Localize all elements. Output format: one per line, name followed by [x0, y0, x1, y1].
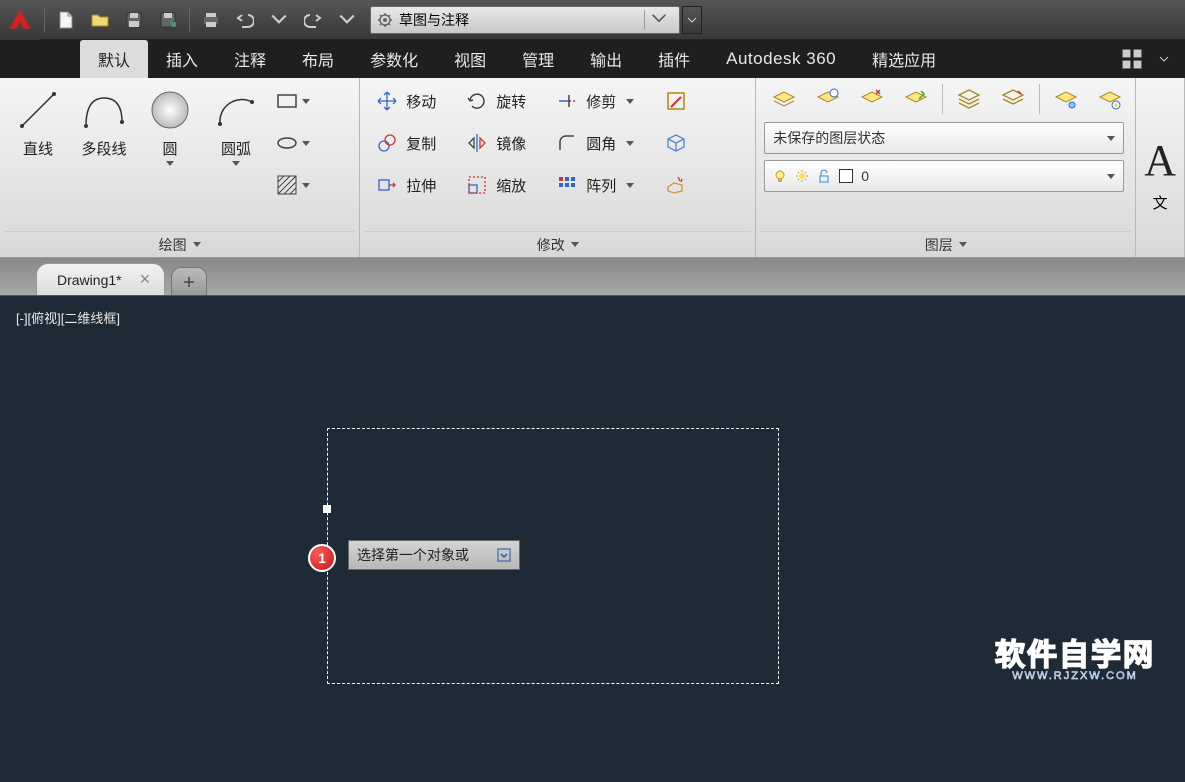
- tab-output[interactable]: 输出: [572, 40, 640, 78]
- panel-draw-title[interactable]: 绘图: [4, 231, 355, 257]
- dropdown-icon[interactable]: [497, 548, 511, 562]
- save-icon[interactable]: [118, 4, 150, 36]
- mirror-button[interactable]: 镜像: [458, 124, 534, 162]
- file-tab[interactable]: Drawing1* ×: [36, 263, 165, 295]
- line-button[interactable]: 直线: [8, 82, 68, 163]
- undo-icon[interactable]: [229, 4, 261, 36]
- ribbon: 直线 多段线 圆 圆弧 绘图: [0, 78, 1185, 258]
- panel-layers-title[interactable]: 图层: [760, 231, 1131, 257]
- text-button[interactable]: A: [1144, 135, 1176, 186]
- layer-uniso-icon[interactable]: [993, 82, 1033, 116]
- layer-iso-icon[interactable]: [949, 82, 989, 116]
- layer-freeze-icon[interactable]: [852, 82, 892, 116]
- tab-parametric[interactable]: 参数化: [352, 40, 436, 78]
- qat-expand-icon[interactable]: [682, 6, 702, 34]
- layer-state-dropdown[interactable]: 未保存的图层状态: [764, 122, 1124, 154]
- properties-button[interactable]: [656, 82, 696, 120]
- close-icon[interactable]: ×: [140, 269, 151, 290]
- new-tab-button[interactable]: [171, 267, 207, 295]
- layer-off-icon[interactable]: [808, 82, 848, 116]
- annotation-badge: 1: [308, 544, 336, 572]
- explode-button[interactable]: [656, 166, 696, 204]
- copy-button[interactable]: 复制: [368, 124, 444, 162]
- layer-prev-icon[interactable]: [1090, 82, 1130, 116]
- workspace-label: 草图与注释: [399, 10, 469, 30]
- trim-button[interactable]: 修剪: [548, 82, 642, 120]
- fillet-button[interactable]: 圆角: [548, 124, 642, 162]
- circle-button[interactable]: 圆: [140, 82, 200, 170]
- lock-open-icon: [817, 169, 831, 183]
- sun-icon: [795, 169, 809, 183]
- watermark: 软件自学网 WWW.RJZXW.COM: [995, 630, 1155, 682]
- tab-insert[interactable]: 插入: [148, 40, 216, 78]
- ribbon-tabs: 默认 插入 注释 布局 参数化 视图 管理 输出 插件 Autodesk 360…: [0, 40, 1185, 78]
- tab-manage[interactable]: 管理: [504, 40, 572, 78]
- chevron-down-icon[interactable]: [1153, 48, 1175, 70]
- stretch-button[interactable]: 拉伸: [368, 166, 444, 204]
- layer-props-icon[interactable]: [764, 82, 804, 116]
- file-tab-bar: Drawing1* ×: [0, 258, 1185, 296]
- move-button[interactable]: 移动: [368, 82, 444, 120]
- tab-autodesk360[interactable]: Autodesk 360: [708, 40, 854, 78]
- undo-dropdown-icon[interactable]: [263, 4, 295, 36]
- tab-layout[interactable]: 布局: [284, 40, 352, 78]
- tab-featured[interactable]: 精选应用: [854, 40, 954, 78]
- tab-annotate[interactable]: 注释: [216, 40, 284, 78]
- panel-modify: 移动 复制 拉伸 旋转 镜像 缩放 修剪 圆角 阵列 修改: [360, 78, 756, 257]
- layer-color-swatch: [839, 169, 853, 183]
- ellipse-button[interactable]: [272, 124, 312, 162]
- hatch-button[interactable]: [272, 166, 312, 204]
- apps-icon[interactable]: [1121, 48, 1143, 70]
- lightbulb-icon: [773, 169, 787, 183]
- viewport-label[interactable]: [-][俯视][二维线框]: [16, 308, 120, 327]
- quick-access-toolbar: 草图与注释: [0, 0, 1185, 40]
- workspace-dropdown[interactable]: 草图与注释: [370, 6, 680, 34]
- open-file-icon[interactable]: [84, 4, 116, 36]
- tab-addins[interactable]: 插件: [640, 40, 708, 78]
- scale-button[interactable]: 缩放: [458, 166, 534, 204]
- tab-default[interactable]: 默认: [80, 40, 148, 78]
- print-icon[interactable]: [195, 4, 227, 36]
- array-button[interactable]: 阵列: [548, 166, 642, 204]
- arc-button[interactable]: 圆弧: [206, 82, 266, 170]
- tab-view[interactable]: 视图: [436, 40, 504, 78]
- layer-lock-icon[interactable]: [896, 82, 936, 116]
- panel-text: A 文: [1136, 78, 1185, 257]
- polyline-button[interactable]: 多段线: [74, 82, 134, 163]
- save-as-icon[interactable]: [152, 4, 184, 36]
- command-prompt[interactable]: 选择第一个对象或: [348, 540, 520, 570]
- box-button[interactable]: [656, 124, 696, 162]
- app-logo[interactable]: [0, 0, 40, 40]
- rotate-button[interactable]: 旋转: [458, 82, 534, 120]
- selection-handle[interactable]: [323, 505, 331, 513]
- chevron-down-icon: [644, 10, 673, 29]
- new-file-icon[interactable]: [50, 4, 82, 36]
- rectangle-button[interactable]: [272, 82, 312, 120]
- redo-icon[interactable]: [297, 4, 329, 36]
- layer-match-icon[interactable]: [1046, 82, 1086, 116]
- layer-current-dropdown[interactable]: 0: [764, 160, 1124, 192]
- gear-icon: [377, 12, 393, 28]
- drawing-canvas[interactable]: [-][俯视][二维线框] 1 选择第一个对象或 软件自学网 WWW.RJZXW…: [0, 296, 1185, 782]
- panel-modify-title[interactable]: 修改: [364, 231, 751, 257]
- panel-layers: 未保存的图层状态 0 图层: [756, 78, 1136, 257]
- redo-dropdown-icon[interactable]: [331, 4, 363, 36]
- panel-draw: 直线 多段线 圆 圆弧 绘图: [0, 78, 360, 257]
